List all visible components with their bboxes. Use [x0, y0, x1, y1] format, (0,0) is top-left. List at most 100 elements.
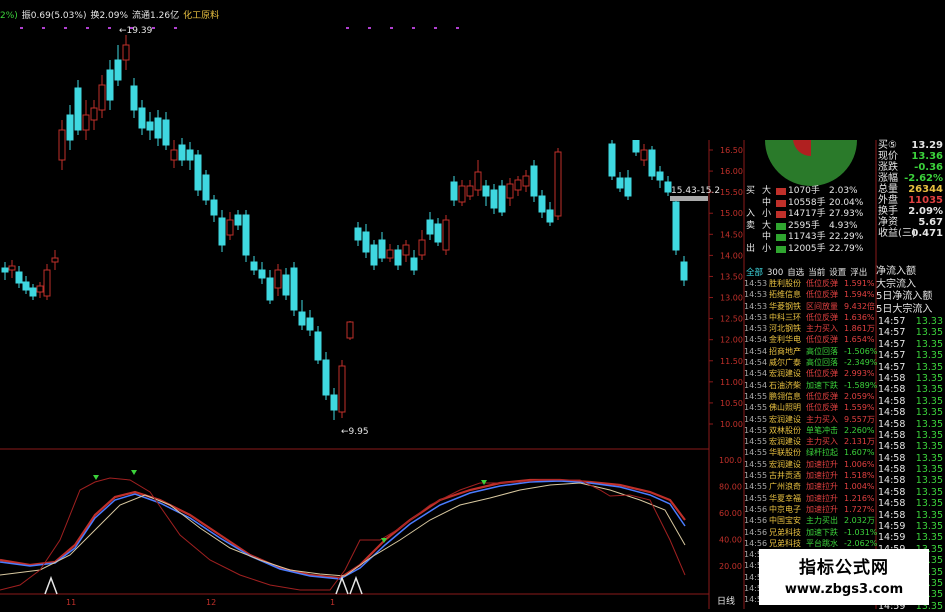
- trade-name: 中科三环: [769, 312, 801, 322]
- trade-alert-row[interactable]: 14:55 华夏幸福 加速拉升 1.216%: [744, 493, 875, 504]
- tick-time: 14:58: [878, 475, 906, 487]
- tab-1[interactable]: 300: [767, 268, 783, 278]
- trade-alert-row[interactable]: 14:55 鹏翎信息 低位反弹 2.059%: [744, 391, 875, 402]
- realtime-tick-row: 14:58 13.35: [876, 396, 945, 407]
- trade-alert-row[interactable]: 14:53 华菱钢铁 区间放量 9.432倍: [744, 301, 875, 312]
- trade-time: 14:56: [744, 527, 768, 537]
- trade-val: 1.006%: [844, 459, 875, 469]
- candle-body: [282, 274, 290, 296]
- realtime-tick-row: 14:58 13.35: [876, 498, 945, 509]
- realtime-tick-row: 14:58 13.35: [876, 475, 945, 486]
- range-price-label: 15.43-15.2: [671, 186, 720, 196]
- candle-body: [530, 165, 538, 197]
- trade-alert-row[interactable]: 14:55 广州浪奇 加速拉升 1.004%: [744, 481, 875, 492]
- trade-alert-row[interactable]: 14:54 宏润建设 低位反弹 2.993%: [744, 368, 875, 379]
- marker-dot: [390, 27, 393, 29]
- trade-type: 低位反弹: [806, 403, 838, 413]
- trade-alert-row[interactable]: 14:56 中国宝安 主力买出 2.032万: [744, 515, 875, 526]
- tab-3[interactable]: 当前: [808, 268, 825, 278]
- realtime-tick-row: 14:58 13.35: [876, 384, 945, 395]
- trade-name: 宏润建设: [769, 459, 801, 469]
- realtime-tick-row: 14:58 13.35: [876, 419, 945, 430]
- trade-name: 威尔广泰: [769, 358, 801, 368]
- candle-body: [51, 257, 59, 263]
- tab-4[interactable]: 设置: [829, 268, 846, 278]
- candle-body: [162, 119, 170, 146]
- trade-type: 低位反弹: [806, 369, 838, 379]
- flow-menu-item[interactable]: 5日大宗流入: [876, 304, 945, 317]
- quote-stat-row: 涨跌 -0.36: [876, 162, 945, 173]
- candle-body: [146, 121, 154, 131]
- trade-alert-row[interactable]: 14:54 石油济柴 加速下跌 -1.589%: [744, 380, 877, 391]
- trade-alert-row[interactable]: 14:54 金利华电 低位反弹 1.654%: [744, 334, 875, 345]
- candle-body: [258, 269, 266, 279]
- tick-time: 14:58: [878, 384, 906, 396]
- candle-body: [194, 154, 202, 191]
- order-side-label: 入: [746, 209, 756, 219]
- candle-body: [29, 287, 37, 297]
- trade-alert-row[interactable]: 14:53 中科三环 低位反弹 1.636%: [744, 312, 875, 323]
- candle-body: [378, 239, 386, 259]
- trade-alert-row[interactable]: 14:55 宏润建设 加速拉升 1.006%: [744, 459, 875, 470]
- trade-alert-row[interactable]: 14:55 华联股份 绿杆拉起 1.607%: [744, 447, 875, 458]
- trade-time: 14:55: [744, 471, 768, 481]
- flow-menu-item[interactable]: 5日净流入额: [876, 291, 945, 304]
- trade-alert-row[interactable]: 14:55 宏润建设 主力买入 9.557万: [744, 414, 875, 425]
- candle-body: [306, 317, 314, 331]
- trade-alert-row[interactable]: 14:55 古井贡酒 加速拉升 1.518%: [744, 470, 875, 481]
- trade-val: -2.062%: [844, 538, 878, 548]
- candle-body: [1, 267, 9, 273]
- trade-time: 14:55: [744, 482, 768, 492]
- candle-body: [506, 183, 514, 199]
- trade-type: 主力买入: [806, 324, 838, 334]
- tick-time: 14:57: [878, 361, 906, 373]
- trade-alert-row[interactable]: 14:56 兄弟科技 平台跳水 -2.062%: [744, 538, 877, 549]
- tick-time: 14:57: [878, 316, 906, 327]
- candle-body: [466, 185, 474, 197]
- trade-type: 加速拉升: [806, 482, 838, 492]
- tab-5[interactable]: 浮出: [850, 268, 867, 278]
- candle-body: [36, 285, 44, 293]
- trade-alert-row[interactable]: 14:53 河北钢铁 主力买入 1.861万: [744, 323, 875, 334]
- order-bar: [776, 211, 786, 218]
- trade-type: 低位反弹: [806, 391, 838, 401]
- tab-2[interactable]: 自选: [787, 268, 804, 278]
- order-volume: 14717手: [788, 209, 826, 219]
- flow-menu-item[interactable]: 净流入额: [876, 266, 945, 279]
- tick-price: 13.35: [915, 475, 943, 487]
- trade-alert-row[interactable]: 14:55 双林股份 单笔冲击 2.260%: [744, 425, 875, 436]
- quote-stat-label: 现价: [878, 151, 898, 162]
- trade-alert-row[interactable]: 14:55 宏润建设 主力买入 2.131万: [744, 436, 875, 447]
- trade-type: 主力买入: [806, 437, 838, 447]
- candle-body: [290, 267, 298, 311]
- trade-alert-row[interactable]: 14:56 兄弟科技 加速下跌 -1.031%: [744, 527, 877, 538]
- trade-name: 双林股份: [769, 425, 801, 435]
- tab-0[interactable]: 全部: [746, 268, 763, 278]
- order-flow-row: 中 10558手 20.04%: [744, 198, 945, 210]
- range-marker: [670, 196, 708, 201]
- trade-alert-row[interactable]: 14:56 中京电子 加速拉升 1.727%: [744, 504, 875, 515]
- trade-alert-row[interactable]: 14:55 佛山照明 低位反弹 1.559%: [744, 402, 875, 413]
- x-axis-label: 11: [66, 598, 76, 607]
- trade-alert-row[interactable]: 14:54 招商地产 高位回落 -1.506%: [744, 346, 877, 357]
- flow-menu-item[interactable]: 大宗流入: [876, 279, 945, 292]
- trade-alert-row[interactable]: 14:53 拓维信息 低位反弹 1.594%: [744, 289, 875, 300]
- tick-price: 13.35: [915, 441, 943, 453]
- candle-body: [8, 265, 16, 271]
- candle-body: [242, 214, 250, 256]
- indicator-tick-label: 80.00: [719, 483, 742, 492]
- price-tick-label: 13.00: [720, 294, 743, 303]
- candle-body: [386, 249, 394, 259]
- trade-val: -1.506%: [844, 346, 878, 356]
- marker-dot: [42, 27, 45, 29]
- candle-body: [370, 244, 378, 266]
- order-level-label: 中: [762, 232, 772, 242]
- trade-alert-row[interactable]: 14:53 胜利股份 低位反弹 1.591%: [744, 278, 875, 289]
- period-label[interactable]: 日线: [717, 595, 735, 607]
- realtime-tick-row: 14:57 13.35: [876, 339, 945, 350]
- trade-time: 14:55: [744, 414, 768, 424]
- order-volume: 10558手: [788, 197, 826, 208]
- trade-alert-row[interactable]: 14:54 威尔广泰 高位回落 -2.349%: [744, 357, 877, 368]
- marker-dot: [108, 27, 111, 29]
- tick-time: 14:58: [878, 452, 906, 464]
